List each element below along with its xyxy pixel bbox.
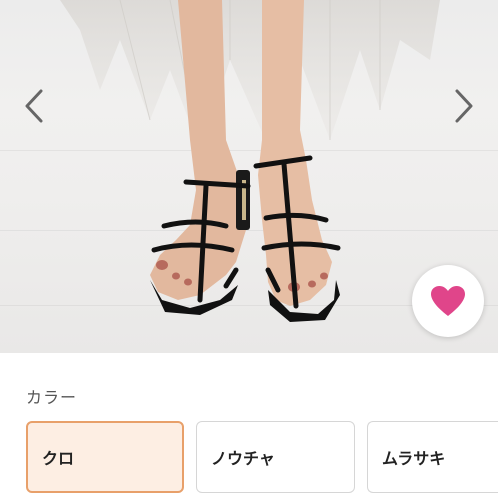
favorite-button[interactable] bbox=[412, 265, 484, 337]
next-image-button[interactable] bbox=[444, 84, 484, 128]
color-option-kuro[interactable]: クロ bbox=[26, 421, 184, 493]
heart-icon bbox=[431, 286, 465, 316]
color-option-label: ノウチャ bbox=[211, 449, 275, 468]
color-option-nouchya[interactable]: ノウチャ bbox=[196, 421, 355, 493]
color-option-label: クロ bbox=[42, 449, 75, 468]
chevron-left-icon bbox=[25, 89, 43, 123]
chevron-right-icon bbox=[455, 89, 473, 123]
previous-image-button[interactable] bbox=[14, 84, 54, 128]
color-option-label: ムラサキ bbox=[382, 449, 446, 468]
color-option-murasaki[interactable]: ムラサキ bbox=[367, 421, 498, 493]
color-section-label: カラー bbox=[26, 388, 78, 407]
